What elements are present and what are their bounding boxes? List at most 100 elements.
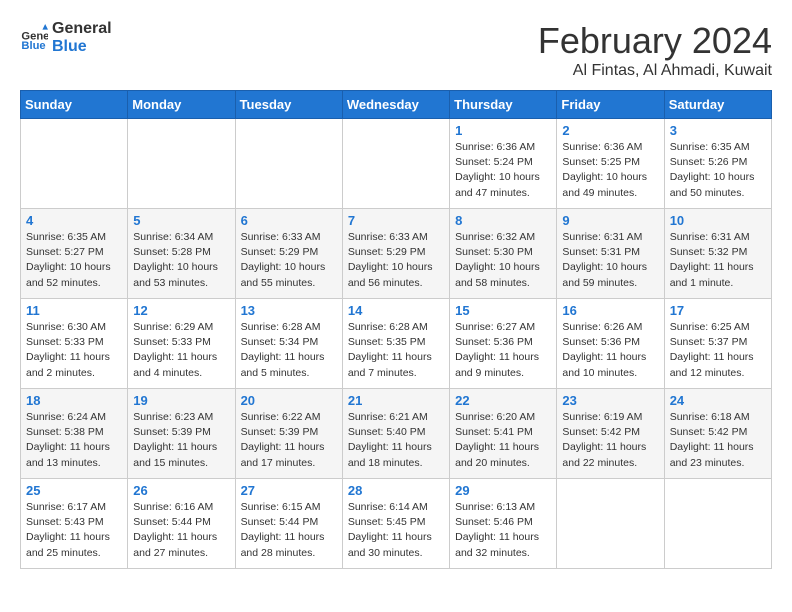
calendar-cell	[342, 119, 449, 209]
day-info: Sunrise: 6:28 AM Sunset: 5:35 PM Dayligh…	[348, 320, 444, 381]
day-number: 6	[241, 213, 337, 228]
day-info: Sunrise: 6:31 AM Sunset: 5:31 PM Dayligh…	[562, 230, 658, 291]
calendar-cell: 23 Sunrise: 6:19 AM Sunset: 5:42 PM Dayli…	[557, 389, 664, 479]
day-number: 8	[455, 213, 551, 228]
day-info: Sunrise: 6:31 AM Sunset: 5:32 PM Dayligh…	[670, 230, 766, 291]
calendar-cell: 3 Sunrise: 6:35 AM Sunset: 5:26 PM Daylig…	[664, 119, 771, 209]
day-number: 29	[455, 483, 551, 498]
day-info: Sunrise: 6:16 AM Sunset: 5:44 PM Dayligh…	[133, 500, 229, 561]
day-number: 20	[241, 393, 337, 408]
calendar-cell: 10 Sunrise: 6:31 AM Sunset: 5:32 PM Dayli…	[664, 209, 771, 299]
day-number: 12	[133, 303, 229, 318]
header: General Blue General Blue February 2024 …	[20, 20, 772, 80]
calendar-cell: 15 Sunrise: 6:27 AM Sunset: 5:36 PM Dayli…	[450, 299, 557, 389]
day-number: 1	[455, 123, 551, 138]
calendar-week-row: 1Sunrise: 6:36 AM Sunset: 5:24 PM Daylig…	[21, 119, 772, 209]
title-area: February 2024 Al Fintas, Al Ahmadi, Kuwa…	[538, 20, 772, 80]
day-info: Sunrise: 6:35 AM Sunset: 5:26 PM Dayligh…	[670, 140, 766, 201]
calendar-cell: 17Sunrise: 6:25 AM Sunset: 5:37 PM Dayli…	[664, 299, 771, 389]
day-number: 19	[133, 393, 229, 408]
day-info: Sunrise: 6:17 AM Sunset: 5:43 PM Dayligh…	[26, 500, 122, 561]
day-number: 5	[133, 213, 229, 228]
calendar-cell: 21Sunrise: 6:21 AM Sunset: 5:40 PM Dayli…	[342, 389, 449, 479]
day-info: Sunrise: 6:15 AM Sunset: 5:44 PM Dayligh…	[241, 500, 337, 561]
day-number: 2	[562, 123, 658, 138]
day-info: Sunrise: 6:18 AM Sunset: 5:42 PM Dayligh…	[670, 410, 766, 471]
logo-blue-text: Blue	[52, 38, 112, 56]
day-info: Sunrise: 6:27 AM Sunset: 5:36 PM Dayligh…	[455, 320, 551, 381]
logo: General Blue General Blue	[20, 20, 112, 55]
calendar-cell: 8 Sunrise: 6:32 AM Sunset: 5:30 PM Daylig…	[450, 209, 557, 299]
day-of-week-header: Tuesday	[235, 91, 342, 119]
calendar-table: SundayMondayTuesdayWednesdayThursdayFrid…	[20, 90, 772, 569]
calendar-week-row: 11 Sunrise: 6:30 AM Sunset: 5:33 PM Dayli…	[21, 299, 772, 389]
day-number: 16	[562, 303, 658, 318]
calendar-cell: 26 Sunrise: 6:16 AM Sunset: 5:44 PM Dayli…	[128, 479, 235, 569]
calendar-cell: 9 Sunrise: 6:31 AM Sunset: 5:31 PM Daylig…	[557, 209, 664, 299]
day-of-week-header: Wednesday	[342, 91, 449, 119]
day-number: 18	[26, 393, 122, 408]
day-number: 22	[455, 393, 551, 408]
calendar-cell: 12 Sunrise: 6:29 AM Sunset: 5:33 PM Dayli…	[128, 299, 235, 389]
day-info: Sunrise: 6:25 AM Sunset: 5:37 PM Dayligh…	[670, 320, 766, 381]
day-number: 25	[26, 483, 122, 498]
day-info: Sunrise: 6:30 AM Sunset: 5:33 PM Dayligh…	[26, 320, 122, 381]
calendar-cell: 13 Sunrise: 6:28 AM Sunset: 5:34 PM Dayli…	[235, 299, 342, 389]
logo-icon: General Blue	[20, 24, 48, 52]
day-number: 27	[241, 483, 337, 498]
day-of-week-header: Thursday	[450, 91, 557, 119]
day-number: 7	[348, 213, 444, 228]
day-info: Sunrise: 6:13 AM Sunset: 5:46 PM Dayligh…	[455, 500, 551, 561]
day-info: Sunrise: 6:22 AM Sunset: 5:39 PM Dayligh…	[241, 410, 337, 471]
day-info: Sunrise: 6:23 AM Sunset: 5:39 PM Dayligh…	[133, 410, 229, 471]
month-year-title: February 2024	[538, 20, 772, 62]
day-of-week-header: Saturday	[664, 91, 771, 119]
day-info: Sunrise: 6:21 AM Sunset: 5:40 PM Dayligh…	[348, 410, 444, 471]
calendar-cell: 29 Sunrise: 6:13 AM Sunset: 5:46 PM Dayli…	[450, 479, 557, 569]
day-number: 3	[670, 123, 766, 138]
day-info: Sunrise: 6:24 AM Sunset: 5:38 PM Dayligh…	[26, 410, 122, 471]
calendar-week-row: 25 Sunrise: 6:17 AM Sunset: 5:43 PM Dayli…	[21, 479, 772, 569]
day-info: Sunrise: 6:36 AM Sunset: 5:25 PM Dayligh…	[562, 140, 658, 201]
day-number: 23	[562, 393, 658, 408]
day-info: Sunrise: 6:20 AM Sunset: 5:41 PM Dayligh…	[455, 410, 551, 471]
day-info: Sunrise: 6:19 AM Sunset: 5:42 PM Dayligh…	[562, 410, 658, 471]
day-info: Sunrise: 6:35 AM Sunset: 5:27 PM Dayligh…	[26, 230, 122, 291]
calendar-cell: 4 Sunrise: 6:35 AM Sunset: 5:27 PM Daylig…	[21, 209, 128, 299]
day-number: 4	[26, 213, 122, 228]
calendar-cell	[557, 479, 664, 569]
day-number: 26	[133, 483, 229, 498]
calendar-cell: 7Sunrise: 6:33 AM Sunset: 5:29 PM Daylig…	[342, 209, 449, 299]
calendar-cell: 18 Sunrise: 6:24 AM Sunset: 5:38 PM Dayli…	[21, 389, 128, 479]
calendar-cell: 25 Sunrise: 6:17 AM Sunset: 5:43 PM Dayli…	[21, 479, 128, 569]
day-number: 24	[670, 393, 766, 408]
day-info: Sunrise: 6:14 AM Sunset: 5:45 PM Dayligh…	[348, 500, 444, 561]
calendar-cell	[664, 479, 771, 569]
calendar-cell: 14Sunrise: 6:28 AM Sunset: 5:35 PM Dayli…	[342, 299, 449, 389]
day-info: Sunrise: 6:29 AM Sunset: 5:33 PM Dayligh…	[133, 320, 229, 381]
calendar-cell: 6 Sunrise: 6:33 AM Sunset: 5:29 PM Daylig…	[235, 209, 342, 299]
day-of-week-header: Monday	[128, 91, 235, 119]
calendar-week-row: 4 Sunrise: 6:35 AM Sunset: 5:27 PM Daylig…	[21, 209, 772, 299]
calendar-week-row: 18 Sunrise: 6:24 AM Sunset: 5:38 PM Dayli…	[21, 389, 772, 479]
day-number: 11	[26, 303, 122, 318]
location-subtitle: Al Fintas, Al Ahmadi, Kuwait	[538, 62, 772, 80]
day-number: 13	[241, 303, 337, 318]
calendar-cell: 16Sunrise: 6:26 AM Sunset: 5:36 PM Dayli…	[557, 299, 664, 389]
day-info: Sunrise: 6:33 AM Sunset: 5:29 PM Dayligh…	[241, 230, 337, 291]
calendar-cell: 2 Sunrise: 6:36 AM Sunset: 5:25 PM Daylig…	[557, 119, 664, 209]
calendar-cell: 27 Sunrise: 6:15 AM Sunset: 5:44 PM Dayli…	[235, 479, 342, 569]
day-info: Sunrise: 6:32 AM Sunset: 5:30 PM Dayligh…	[455, 230, 551, 291]
calendar-cell: 1Sunrise: 6:36 AM Sunset: 5:24 PM Daylig…	[450, 119, 557, 209]
day-number: 10	[670, 213, 766, 228]
day-info: Sunrise: 6:28 AM Sunset: 5:34 PM Dayligh…	[241, 320, 337, 381]
calendar-cell: 22 Sunrise: 6:20 AM Sunset: 5:41 PM Dayli…	[450, 389, 557, 479]
days-header-row: SundayMondayTuesdayWednesdayThursdayFrid…	[21, 91, 772, 119]
day-number: 9	[562, 213, 658, 228]
day-number: 28	[348, 483, 444, 498]
logo-general-text: General	[52, 20, 112, 38]
calendar-cell: 24 Sunrise: 6:18 AM Sunset: 5:42 PM Dayli…	[664, 389, 771, 479]
day-number: 15	[455, 303, 551, 318]
calendar-cell: 28 Sunrise: 6:14 AM Sunset: 5:45 PM Dayli…	[342, 479, 449, 569]
calendar-cell	[235, 119, 342, 209]
